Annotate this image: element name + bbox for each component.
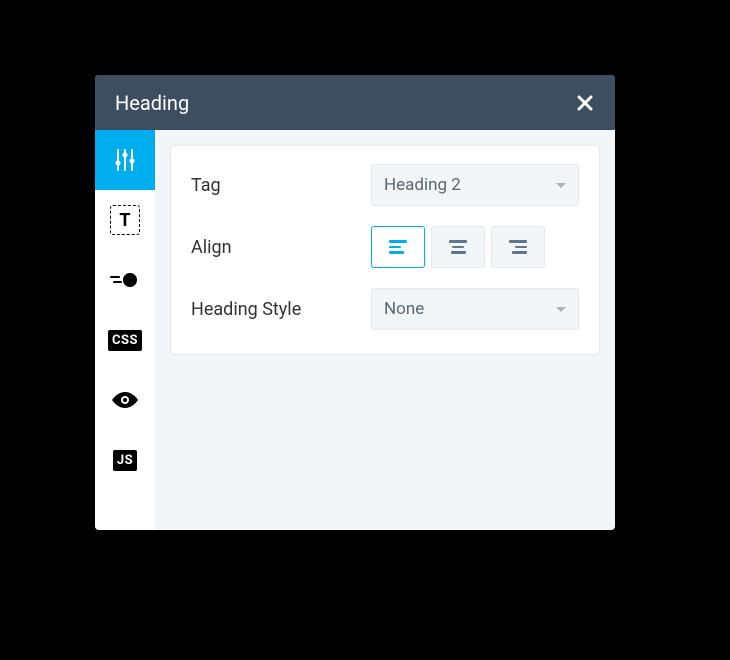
main-content: Tag Heading 2 Align — [155, 130, 615, 530]
align-right-icon — [509, 240, 527, 254]
row-tag: Tag Heading 2 — [191, 164, 579, 206]
close-icon — [575, 93, 595, 113]
heading-style-select-value: None — [384, 299, 424, 319]
sliders-icon — [112, 147, 138, 173]
align-right-button[interactable] — [491, 226, 545, 268]
sidebar: T CSS JS — [95, 130, 155, 530]
label-heading-style: Heading Style — [191, 299, 371, 320]
panel-body: T CSS JS — [95, 130, 615, 530]
sidebar-item-animation[interactable] — [95, 250, 155, 310]
animation-icon — [110, 272, 140, 288]
label-tag: Tag — [191, 175, 371, 196]
css-icon: CSS — [108, 330, 142, 351]
js-icon: JS — [113, 450, 137, 471]
heading-style-select[interactable]: None — [371, 288, 579, 330]
sidebar-item-settings[interactable] — [95, 130, 155, 190]
chevron-down-icon — [556, 183, 566, 188]
row-align: Align — [191, 226, 579, 268]
align-left-button[interactable] — [371, 226, 425, 268]
row-heading-style: Heading Style None — [191, 288, 579, 330]
sidebar-item-js[interactable]: JS — [95, 430, 155, 490]
align-center-icon — [449, 240, 467, 254]
chevron-down-icon — [556, 307, 566, 312]
sidebar-item-css[interactable]: CSS — [95, 310, 155, 370]
align-button-group — [371, 226, 579, 268]
settings-card: Tag Heading 2 Align — [170, 145, 600, 355]
text-icon: T — [110, 205, 140, 235]
sidebar-item-visibility[interactable] — [95, 370, 155, 430]
tag-select[interactable]: Heading 2 — [371, 164, 579, 206]
align-center-button[interactable] — [431, 226, 485, 268]
heading-settings-panel: Heading T — [95, 75, 615, 530]
label-align: Align — [191, 237, 371, 258]
panel-title: Heading — [115, 91, 189, 115]
align-left-icon — [389, 240, 407, 254]
tag-select-value: Heading 2 — [384, 175, 461, 195]
close-button[interactable] — [575, 93, 595, 113]
eye-icon — [110, 390, 140, 410]
sidebar-item-text[interactable]: T — [95, 190, 155, 250]
panel-header: Heading — [95, 75, 615, 130]
